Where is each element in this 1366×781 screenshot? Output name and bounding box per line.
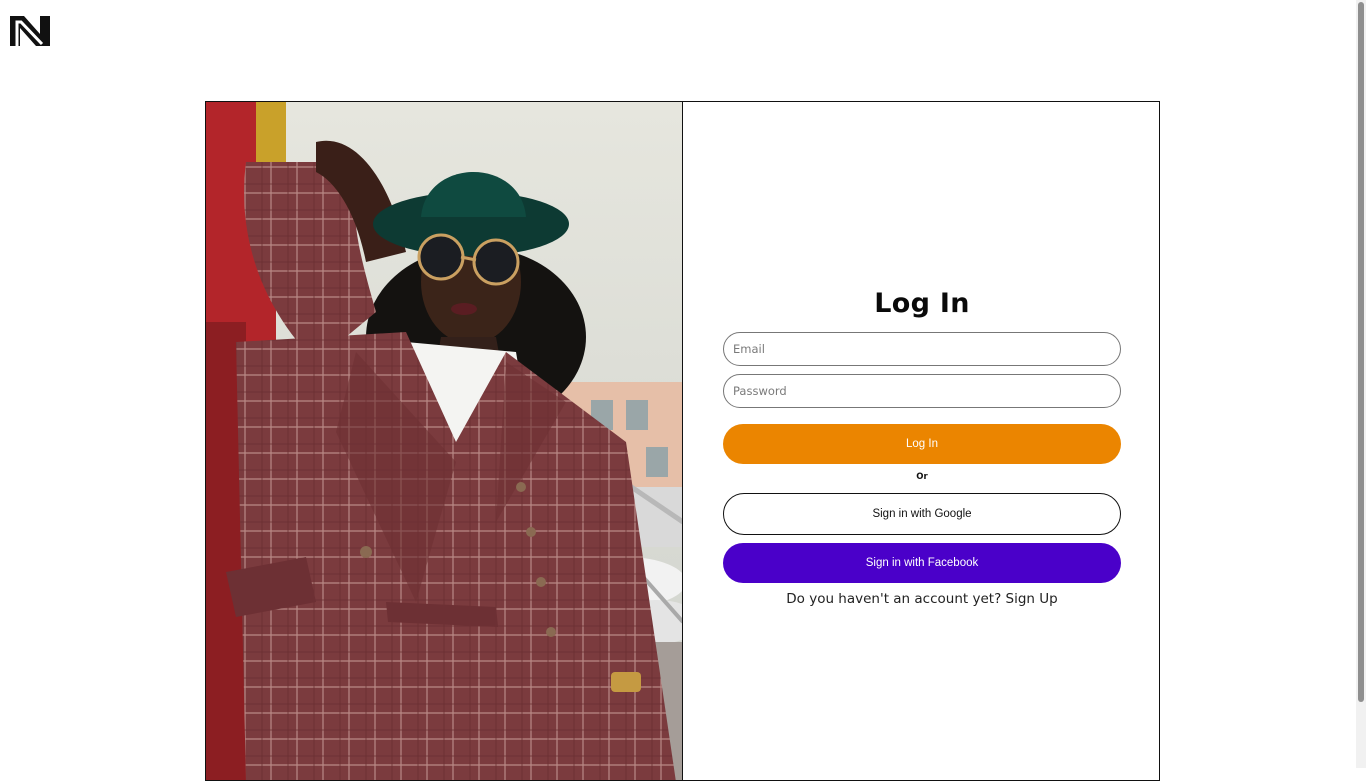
fashion-photo — [206, 102, 683, 780]
facebook-signin-button[interactable]: Sign in with Facebook — [723, 543, 1121, 583]
login-button[interactable]: Log In — [723, 424, 1121, 464]
signup-link[interactable]: Sign Up — [1006, 591, 1058, 607]
login-title: Log In — [874, 288, 970, 319]
n-logo-icon[interactable] — [8, 12, 52, 48]
login-card: Log In Log In Or Sign in with Google Sig… — [205, 101, 1160, 781]
google-signin-button[interactable]: Sign in with Google — [723, 493, 1121, 535]
email-field[interactable] — [723, 332, 1121, 366]
password-field[interactable] — [723, 374, 1121, 408]
scrollbar-thumb[interactable] — [1358, 2, 1364, 702]
page-scrollbar[interactable] — [1356, 0, 1366, 768]
or-divider: Or — [916, 472, 928, 482]
signup-prompt-text: Do you haven't an account yet? — [786, 591, 1002, 607]
signup-prompt: Do you haven't an account yet? Sign Up — [723, 591, 1121, 607]
